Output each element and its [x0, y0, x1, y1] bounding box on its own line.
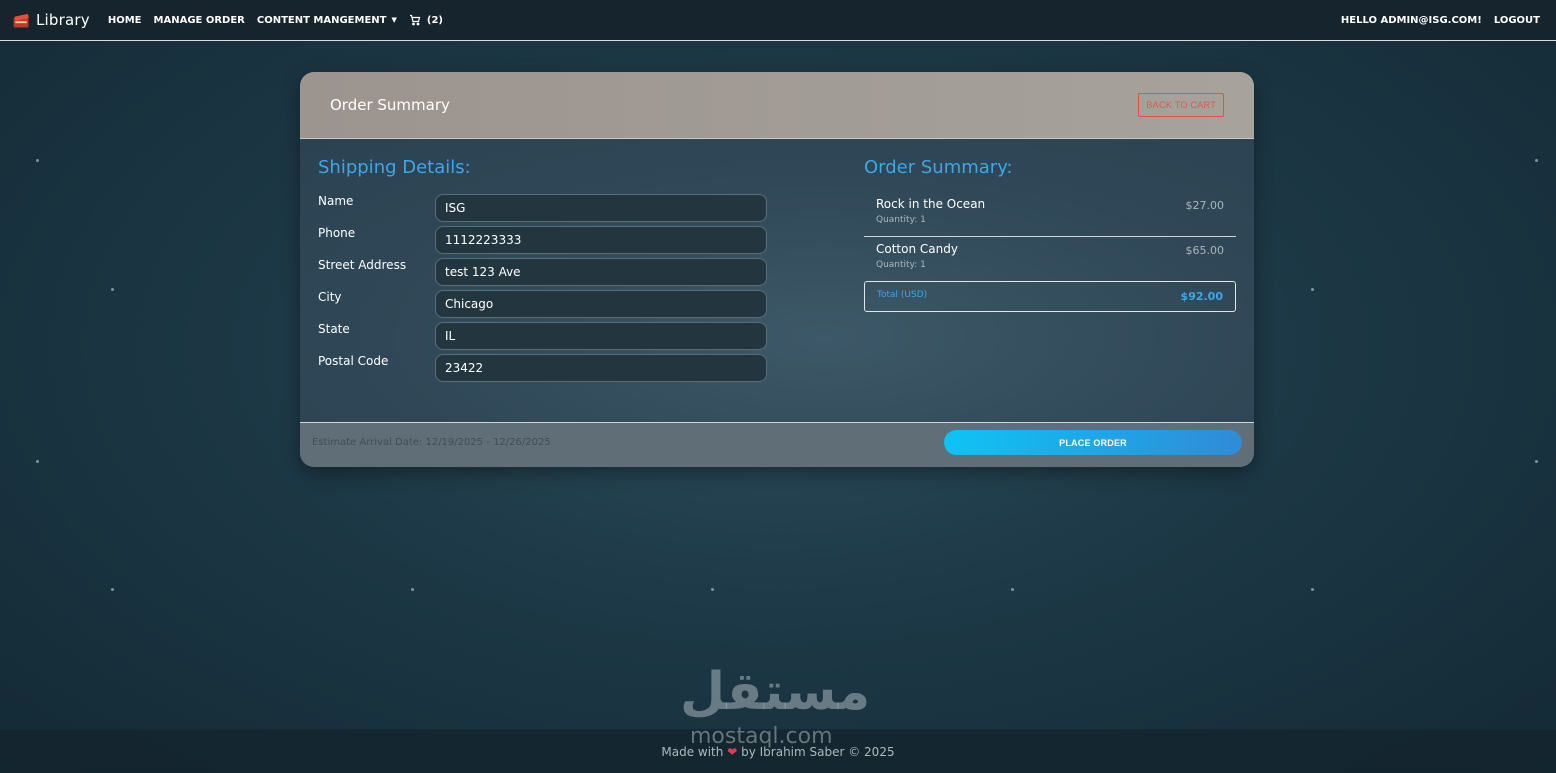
card-header: Order Summary BACK TO CART — [300, 72, 1254, 139]
street-address-label: Street Address — [318, 258, 407, 272]
name-field[interactable] — [435, 194, 767, 222]
phone-row: Phone — [318, 226, 768, 254]
background-dot — [36, 460, 39, 463]
chevron-down-icon: ▼ — [391, 15, 397, 24]
card-title: Order Summary — [330, 96, 450, 114]
phone-label: Phone — [318, 226, 356, 240]
total-value: $92.00 — [1180, 290, 1223, 303]
name-row: Name — [318, 194, 768, 222]
brand[interactable]: Library — [11, 10, 90, 31]
background-dot — [1311, 288, 1314, 291]
item-name: Cotton Candy — [876, 242, 958, 256]
state-label: State — [318, 322, 350, 336]
background-dot — [111, 288, 114, 291]
mostaql-watermark: مستقل — [680, 662, 871, 722]
nav-home-link[interactable]: HOME — [108, 15, 142, 26]
divider — [864, 236, 1236, 237]
brand-name: Library — [36, 11, 90, 29]
background-dot — [411, 588, 414, 591]
book-logo-icon — [13, 13, 29, 27]
logout-link[interactable]: LOGOUT — [1494, 15, 1540, 26]
phone-field[interactable] — [435, 226, 767, 254]
cart-count: (2) — [426, 14, 443, 26]
item-quantity: Quantity: 1 — [876, 215, 926, 225]
state-field[interactable] — [435, 322, 767, 350]
mostaql-watermark-text: mostaql.com — [690, 724, 833, 749]
nav-content-management-label: CONTENT MANGEMENT — [256, 14, 387, 26]
postal-code-field[interactable] — [435, 354, 767, 382]
item-quantity: Quantity: 1 — [876, 260, 926, 270]
background-dot — [1011, 588, 1014, 591]
city-field[interactable] — [435, 290, 767, 318]
order-summary-card: Order Summary BACK TO CART Shipping Deta… — [300, 72, 1254, 467]
cart-icon — [409, 14, 421, 26]
postal-code-row: Postal Code — [318, 354, 768, 382]
item-name: Rock in the Ocean — [876, 197, 986, 211]
shipping-details-heading: Shipping Details: — [318, 157, 471, 178]
order-summary-heading: Order Summary: — [864, 157, 1013, 178]
item-price: $27.00 — [1185, 199, 1225, 212]
order-total: Total (USD) $92.00 — [864, 281, 1236, 312]
background-dot — [36, 159, 39, 162]
street-address-row: Street Address — [318, 258, 768, 286]
user-greeting[interactable]: HELLO ADMIN@ISG.COM! — [1341, 15, 1482, 26]
background-dot — [1311, 588, 1314, 591]
list-item: Cotton Candy Quantity: 1 $65.00 — [864, 242, 1236, 276]
nav-manage-order-link[interactable]: MANAGE ORDER — [154, 15, 245, 26]
list-item: Rock in the Ocean Quantity: 1 $27.00 — [864, 197, 1236, 231]
postal-code-label: Postal Code — [318, 354, 389, 368]
back-to-cart-button[interactable]: BACK TO CART — [1138, 93, 1224, 117]
top-navbar: Library HOME MANAGE ORDER CONTENT MANGEM… — [0, 0, 1556, 41]
item-price: $65.00 — [1185, 244, 1225, 257]
card-body: Shipping Details: Name Phone Street Addr… — [300, 139, 1254, 422]
city-row: City — [318, 290, 768, 318]
background-dot — [711, 588, 714, 591]
state-row: State — [318, 322, 768, 350]
estimated-arrival-text: Estimate Arrival Date: 12/19/2025 - 12/2… — [312, 437, 551, 448]
background-dot — [1535, 460, 1538, 463]
nav-user-area: HELLO ADMIN@ISG.COM! LOGOUT — [1329, 15, 1540, 26]
total-label: Total (USD) — [877, 290, 928, 300]
background-dot — [111, 588, 114, 591]
name-label: Name — [318, 194, 354, 208]
background-dot — [1535, 159, 1538, 162]
card-footer: Estimate Arrival Date: 12/19/2025 - 12/2… — [300, 422, 1254, 467]
street-address-field[interactable] — [435, 258, 767, 286]
city-label: City — [318, 290, 342, 304]
nav-content-management-dropdown[interactable]: CONTENT MANGEMENT ▼ — [257, 15, 397, 26]
nav-links: HOME MANAGE ORDER CONTENT MANGEMENT ▼ (2) — [108, 14, 443, 26]
place-order-button[interactable]: PLACE ORDER — [944, 430, 1242, 455]
cart-link[interactable]: (2) — [409, 14, 443, 26]
